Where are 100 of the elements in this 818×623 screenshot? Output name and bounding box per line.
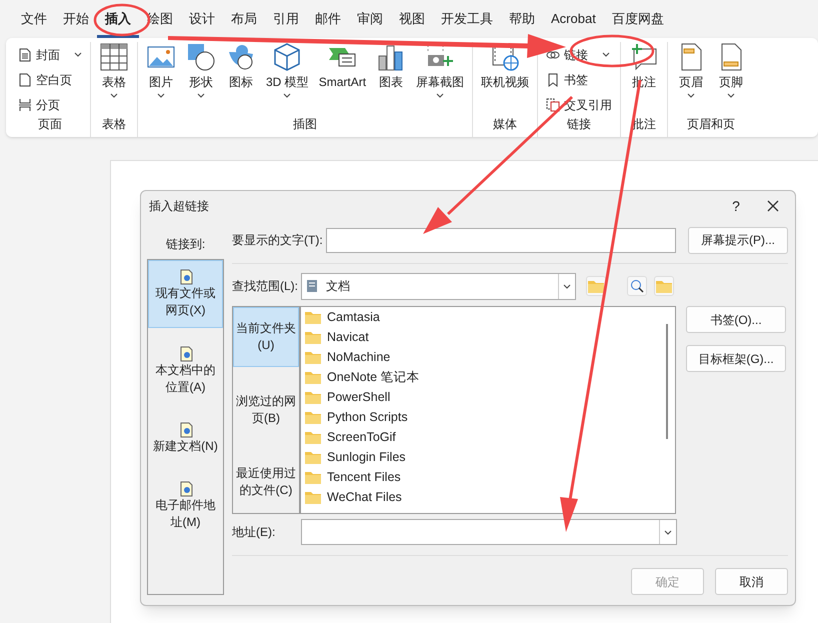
file-list-item[interactable]: Camtasia [305,307,659,327]
folder-icon [305,470,321,484]
file-list-item[interactable]: OneNote 笔记本 [305,367,659,387]
look-in-dropdown[interactable]: 文档 [301,272,576,300]
ribbon-button[interactable]: 页脚 [712,42,750,115]
folder-icon [305,370,321,384]
screentip-button[interactable]: 屏幕提示(P)... [688,226,788,254]
menu-tab[interactable]: 邮件 [307,4,349,38]
ribbon-button[interactable]: 表格 [95,42,133,115]
chevron-down-icon [157,93,165,98]
up-folder-button[interactable] [586,276,606,296]
place-label: 新建文档(N) [153,438,218,455]
web-search-button[interactable] [627,276,647,296]
nav-item[interactable]: 当前文件夹(U) [233,307,299,367]
place-label: 本文档中的位置(A) [154,362,216,396]
chevron-down-icon [197,93,205,98]
ribbon-button[interactable]: 图表 [372,42,410,115]
ribbon-group-label: 链接 [567,116,592,133]
dialog-button[interactable]: 目标框架(G)... [686,345,786,372]
menu-tab[interactable]: 百度网盘 [604,4,672,38]
ribbon-button[interactable]: 封面 [14,44,86,65]
menu-tab[interactable]: 布局 [223,4,265,38]
ribbon-button[interactable]: 页眉 [672,42,710,115]
cancel-button[interactable]: 取消 [715,568,788,595]
ribbon-button[interactable]: 形状 [182,42,220,115]
place-item[interactable]: 本文档中的位置(A) [148,338,223,404]
browse-folder-button[interactable] [654,276,674,296]
place-item[interactable]: 电子邮件地址(M) [148,473,223,539]
menu-tab[interactable]: 设计 [181,4,223,38]
folder-icon [305,490,321,504]
chevron-down-icon [727,93,736,98]
ribbon-button[interactable]: 3D 模型 [262,42,313,115]
folder-icon [305,390,321,404]
link-to-label: 链接到: [164,236,206,253]
menu-tab[interactable]: 帮助 [501,4,543,38]
folder-icon [305,450,321,464]
ribbon-group-label: 插图 [293,116,318,133]
place-label: 电子邮件地址(M) [154,497,216,531]
menu-tab[interactable]: 文件 [13,4,55,38]
folder-icon [305,410,321,424]
menu-tab[interactable]: 审阅 [349,4,391,38]
folder-icon [588,280,604,292]
place-label: 现有文件或网页(X) [154,285,216,319]
file-list-item[interactable]: PowerShell [305,387,659,407]
document-icon [178,422,194,438]
cross-reference-icon [546,98,560,112]
help-button[interactable]: ? [721,196,751,216]
table-grid-icon [99,42,129,72]
menu-tab[interactable]: 开始 [55,4,97,38]
chevron-down-icon [563,284,571,288]
comment-icon [629,42,660,72]
ribbon-group-label: 媒体 [493,116,518,133]
file-list-item[interactable]: WeChat Files [305,487,659,507]
cube-icon [272,42,302,72]
shapes-icon [186,42,216,72]
folder-icon [305,330,321,344]
chevron-down-icon [664,530,672,534]
look-in-label: 查找范围(L): [232,278,299,295]
menu-tab[interactable]: 开发工具 [433,4,501,38]
chevron-down-icon [74,52,82,57]
ribbon-button[interactable]: 空白页 [14,69,86,90]
place-item[interactable]: 现有文件或网页(X) [148,260,223,328]
folder-icon [305,310,321,324]
folder-icon [305,350,321,364]
file-list-item[interactable]: Sunlogin Files [305,447,659,467]
document-icon [306,279,318,293]
display-text-label: 要显示的文字(T): [232,232,324,249]
document-icon [178,269,194,285]
place-item[interactable]: 新建文档(N) [148,414,223,463]
file-list-item[interactable]: Navicat [305,327,659,347]
ribbon-button[interactable]: 分页 [14,94,86,115]
scrollbar-thumb[interactable] [666,324,668,439]
file-list-item[interactable]: ScreenToGif [305,427,659,447]
blank-page-icon [18,72,32,86]
nav-item[interactable]: 最近使用过的文件(C) [233,453,299,511]
dialog-title: 插入超链接 [149,198,210,215]
folder-icon [656,280,672,292]
chevron-down-icon [687,93,696,98]
menu-tab[interactable]: Acrobat [543,4,604,38]
menu-tab[interactable]: 引用 [265,4,307,38]
file-list-item[interactable]: Python Scripts [305,407,659,427]
file-list-item[interactable]: NoMachine [305,347,659,367]
address-label: 地址(E): [232,524,276,541]
bookmark-icon [546,72,560,86]
document-icon [178,481,194,497]
nav-item[interactable]: 浏览过的网页(B) [233,381,299,439]
chevron-down-icon [110,93,118,98]
document-icon [178,346,194,362]
ribbon-group-label: 表格 [102,116,126,133]
ribbon-button[interactable]: 书签 [542,69,616,90]
display-text-field[interactable] [326,228,676,252]
address-field[interactable] [301,519,677,545]
page-break-icon [18,98,32,112]
ribbon-button[interactable]: 图片 [142,42,180,115]
file-list-item[interactable]: Tencent Files [305,467,659,487]
ribbon-button[interactable]: 图标 [222,42,260,115]
ribbon-group-label: 页眉和页 [687,116,736,133]
dialog-button[interactable]: 书签(O)... [686,306,786,333]
cover-page-icon [18,48,32,62]
menu-tab[interactable]: 视图 [391,4,433,38]
